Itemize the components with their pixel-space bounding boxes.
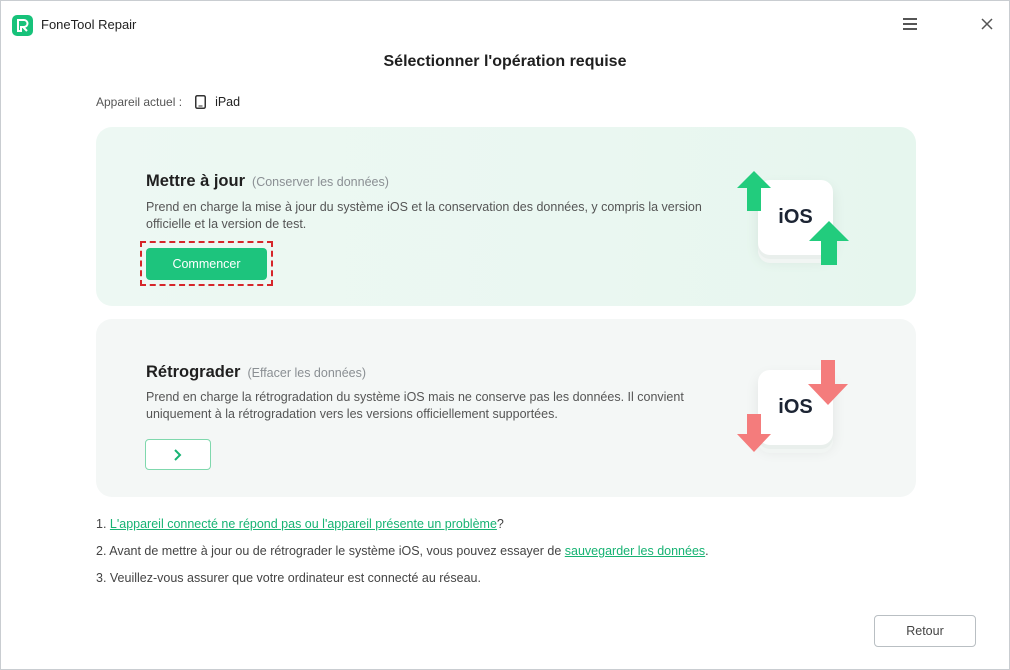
app-logo-icon (12, 15, 33, 36)
page-title: Sélectionner l'opération requise (383, 53, 627, 70)
downgrade-card-header: Rétrograder (Effacer les données) (146, 363, 366, 382)
chevron-right-icon (174, 448, 182, 461)
app-window: FoneTool Repair Sélectionner l'opération… (0, 0, 1010, 670)
arrow-down-icon (808, 360, 848, 405)
note-3: 3. Veuillez-vous assurer que votre ordin… (96, 571, 481, 585)
app-title: FoneTool Repair (41, 17, 137, 32)
start-button[interactable]: Commencer (146, 248, 267, 280)
ios-update-illustration: iOS (733, 167, 863, 277)
update-card-subtitle: (Conserver les données) (252, 175, 389, 189)
update-card-header: Mettre à jour (Conserver les données) (146, 172, 389, 191)
device-label: Appareil actuel : (96, 95, 183, 109)
ipad-icon (195, 95, 207, 109)
note-1: 1. L'appareil connecté ne répond pas ou … (96, 517, 504, 531)
note-1-prefix: 1. (96, 517, 110, 531)
downgrade-go-button[interactable] (145, 439, 211, 470)
backup-data-link[interactable]: sauvegarder les données (565, 544, 705, 558)
downgrade-card-subtitle: (Effacer les données) (247, 366, 367, 380)
arrow-up-icon (737, 171, 771, 211)
note-1-suffix: ? (496, 517, 504, 531)
downgrade-card-title: Rétrograder (146, 363, 241, 381)
update-card-title: Mettre à jour (146, 172, 246, 190)
ios-downgrade-illustration: iOS (733, 357, 863, 467)
hamburger-menu-icon[interactable] (898, 13, 922, 35)
close-icon[interactable] (975, 13, 999, 35)
arrow-down-icon (737, 414, 771, 452)
back-button[interactable]: Retour (874, 615, 976, 647)
title-bar: FoneTool Repair (1, 1, 1009, 47)
update-card: Mettre à jour (Conserver les données) Pr… (96, 127, 916, 306)
current-device-row: Appareil actuel : iPad (96, 95, 240, 109)
update-card-description: Prend en charge la mise à jour du systèm… (146, 200, 702, 231)
downgrade-card: Rétrograder (Effacer les données) Prend … (96, 319, 916, 497)
downgrade-card-description: Prend en charge la rétrogradation du sys… (146, 390, 684, 421)
note-2-prefix: 2. Avant de mettre à jour ou de rétrogra… (96, 544, 565, 558)
note-2: 2. Avant de mettre à jour ou de rétrogra… (96, 544, 709, 558)
arrow-up-icon (809, 221, 849, 265)
device-name: iPad (215, 95, 241, 109)
note-2-suffix: . (705, 544, 709, 558)
device-problem-link[interactable]: L'appareil connecté ne répond pas ou l'a… (110, 517, 497, 531)
